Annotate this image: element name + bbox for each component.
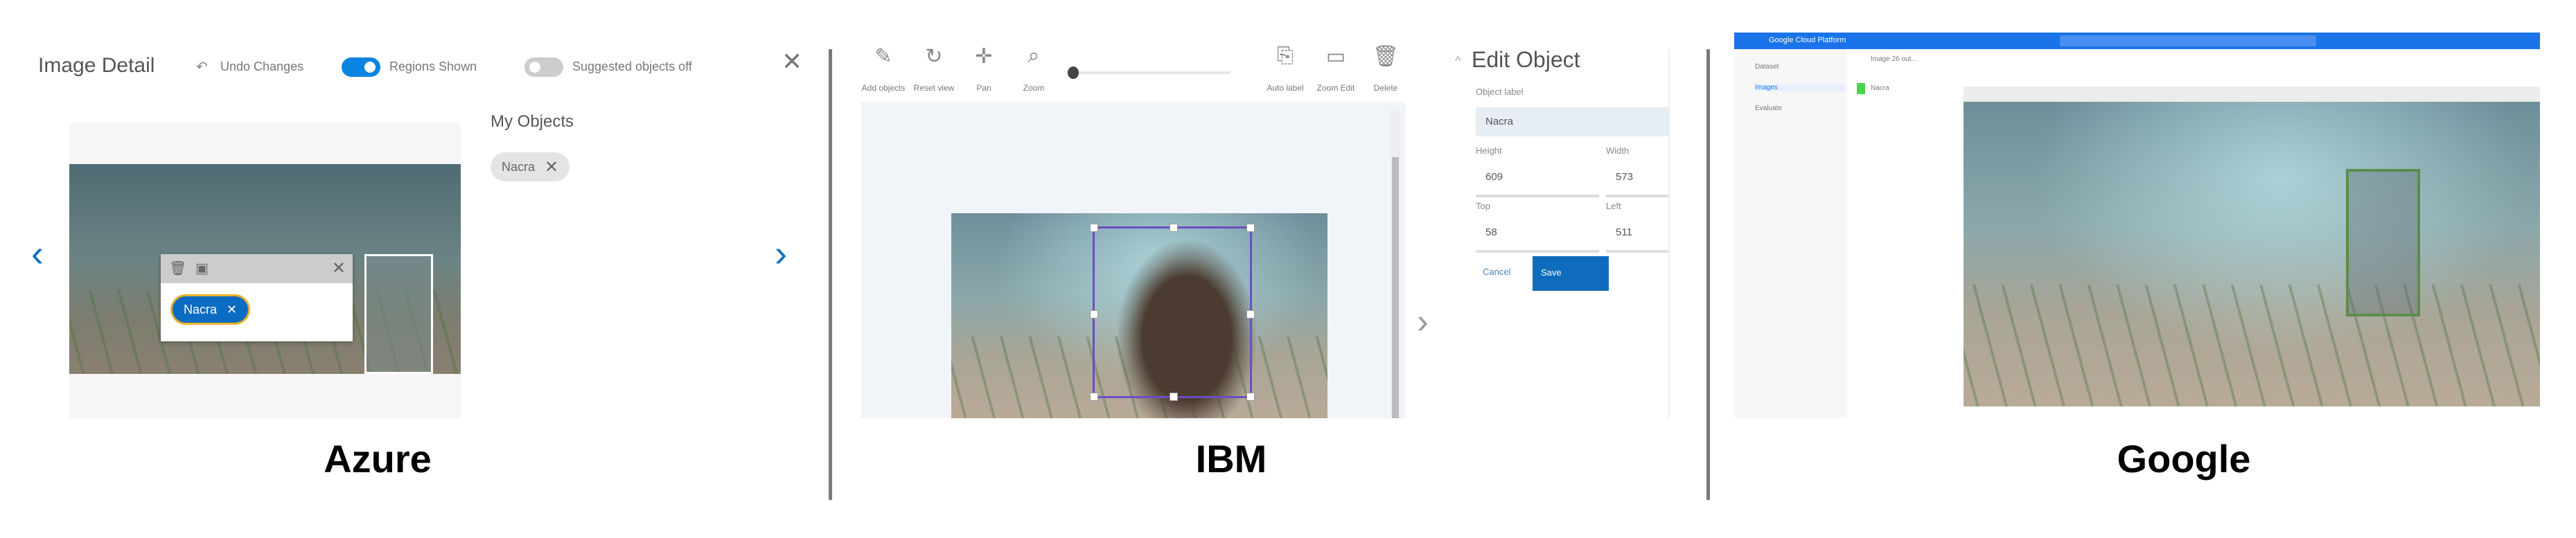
delete-icon[interactable]: 🗑 [1365,44,1406,69]
regions-toggle[interactable] [342,57,380,77]
nav-item-active[interactable]: Images [1755,84,1845,91]
zoom-edit-icon[interactable]: ▭ [1315,44,1357,69]
underwater-photo [1964,102,2540,406]
panel-title: Edit Object [1472,47,1580,72]
popup-tag[interactable]: Nacra ✕ [170,294,251,325]
scrollbar[interactable] [1391,109,1400,418]
tag-label: Nacra [184,302,218,316]
image-area: 🗑 ▣ ✕ Nacra ✕ [69,123,461,418]
my-objects-title: My Objects [491,112,574,131]
left-label: Left [1606,201,1621,211]
divider [1706,49,1710,500]
add-objects-icon[interactable]: ✎ [863,44,904,69]
slider-thumb[interactable] [1068,66,1079,79]
top-value: 58 [1485,226,1497,238]
reset-view-icon[interactable]: ↻ [913,44,955,69]
bounding-box[interactable] [1090,224,1255,401]
width-input[interactable]: 573 [1606,156,1668,197]
auto-label-icon[interactable]: ⎘ [1264,44,1306,68]
zoom-icon[interactable]: ⌕ [1013,44,1055,68]
chevron-right-icon[interactable]: › [775,232,787,275]
crop-icon[interactable]: ▣ [195,260,209,277]
object-label-input[interactable]: Nacra [1476,107,1668,136]
left-value: 511 [1616,226,1632,238]
close-icon[interactable]: ✕ [782,47,802,76]
width-value: 573 [1616,171,1634,183]
close-icon[interactable]: ✕ [332,258,346,278]
region-popup: 🗑 ▣ ✕ Nacra ✕ [161,254,353,341]
divider [829,49,832,500]
label-name[interactable]: Nacra [1871,84,1889,92]
suggested-objects-toggle[interactable] [524,57,563,77]
caption-ibm: IBM [1195,437,1267,481]
caption-azure: Azure [324,437,432,481]
suggested-objects-label: Suggested objects off [572,60,692,73]
search-input[interactable] [2060,35,2316,46]
undo-icon[interactable]: ↶ [196,58,208,75]
remove-icon[interactable]: ✕ [545,157,558,177]
sidebar: Dataset Images Evaluate [1734,49,1847,418]
width-label: Width [1606,145,1630,156]
app-title: Google Cloud Platform [1769,36,1846,44]
toolbar-label: Delete [1373,83,1398,93]
collapse-icon[interactable]: ^ [1455,54,1461,69]
top-input[interactable]: 58 [1476,211,1599,253]
regions-label: Regions Shown [389,60,477,73]
object-label-label: Object label [1476,87,1524,97]
page-title: Image Detail [38,54,155,77]
cancel-button[interactable]: Cancel [1483,267,1510,277]
region-box[interactable] [364,254,433,374]
canvas [861,102,1406,418]
label-color-swatch [1857,83,1865,94]
chevron-left-icon[interactable]: ‹ [31,232,44,275]
zoom-slider[interactable] [1066,66,1230,79]
save-button[interactable]: Save [1533,256,1609,291]
height-input[interactable]: 609 [1476,156,1599,197]
nav-item[interactable]: Dataset [1755,63,1779,71]
object-tag[interactable]: Nacra ✕ [491,152,570,181]
left-input[interactable]: 511 [1606,211,1668,253]
toolbar-label: Zoom [1023,83,1045,93]
height-value: 609 [1485,171,1503,183]
chevron-right-icon[interactable]: › [1417,301,1429,341]
undo-changes-button[interactable]: Undo Changes [220,60,303,74]
top-label: Top [1476,201,1490,211]
tag-label: Nacra [502,159,536,174]
delete-icon[interactable]: 🗑 [169,260,186,277]
breadcrumb: Image 26 out... [1871,55,1917,63]
nav-item[interactable]: Evaluate [1755,105,1782,112]
top-bar: Google Cloud Platform [1734,33,2540,49]
remove-icon[interactable]: ✕ [227,303,237,317]
pan-icon[interactable]: ✛ [963,44,1005,69]
bounding-box[interactable] [2346,169,2420,316]
height-label: Height [1476,145,1502,156]
caption-google: Google [2117,437,2251,481]
